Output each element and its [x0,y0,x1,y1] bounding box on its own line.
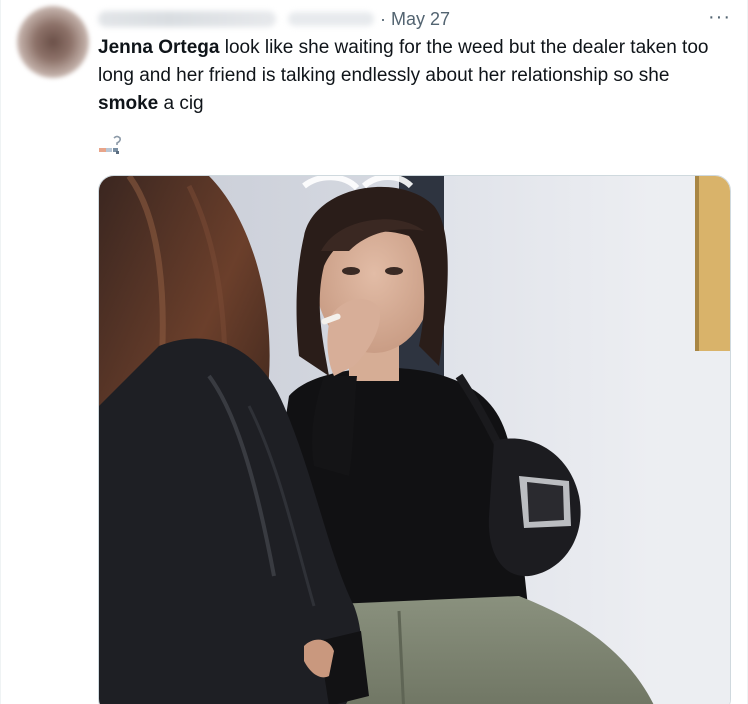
tweet-date[interactable]: · May 27 [380,9,450,30]
mention-name: Jenna Ortega [98,37,220,58]
tweet-header: · May 27 [98,8,450,30]
emphasis-word: smoke [98,93,159,114]
tweet-card[interactable]: · May 27 ··· Jenna Ortega look like she … [0,0,748,704]
author-name-blurred[interactable] [98,11,276,27]
date-label: May 27 [391,8,451,29]
date-separator: · [380,8,386,29]
tweet-text: Jenna Ortega look like she waiting for t… [98,34,728,118]
more-options-icon[interactable]: ··· [708,6,731,29]
broken-image-icon [98,133,124,157]
tweet-text-part2: a cig [158,93,204,114]
author-avatar[interactable] [17,6,89,78]
tweet-photo[interactable] [98,175,731,704]
author-handle-blurred[interactable] [288,12,374,26]
